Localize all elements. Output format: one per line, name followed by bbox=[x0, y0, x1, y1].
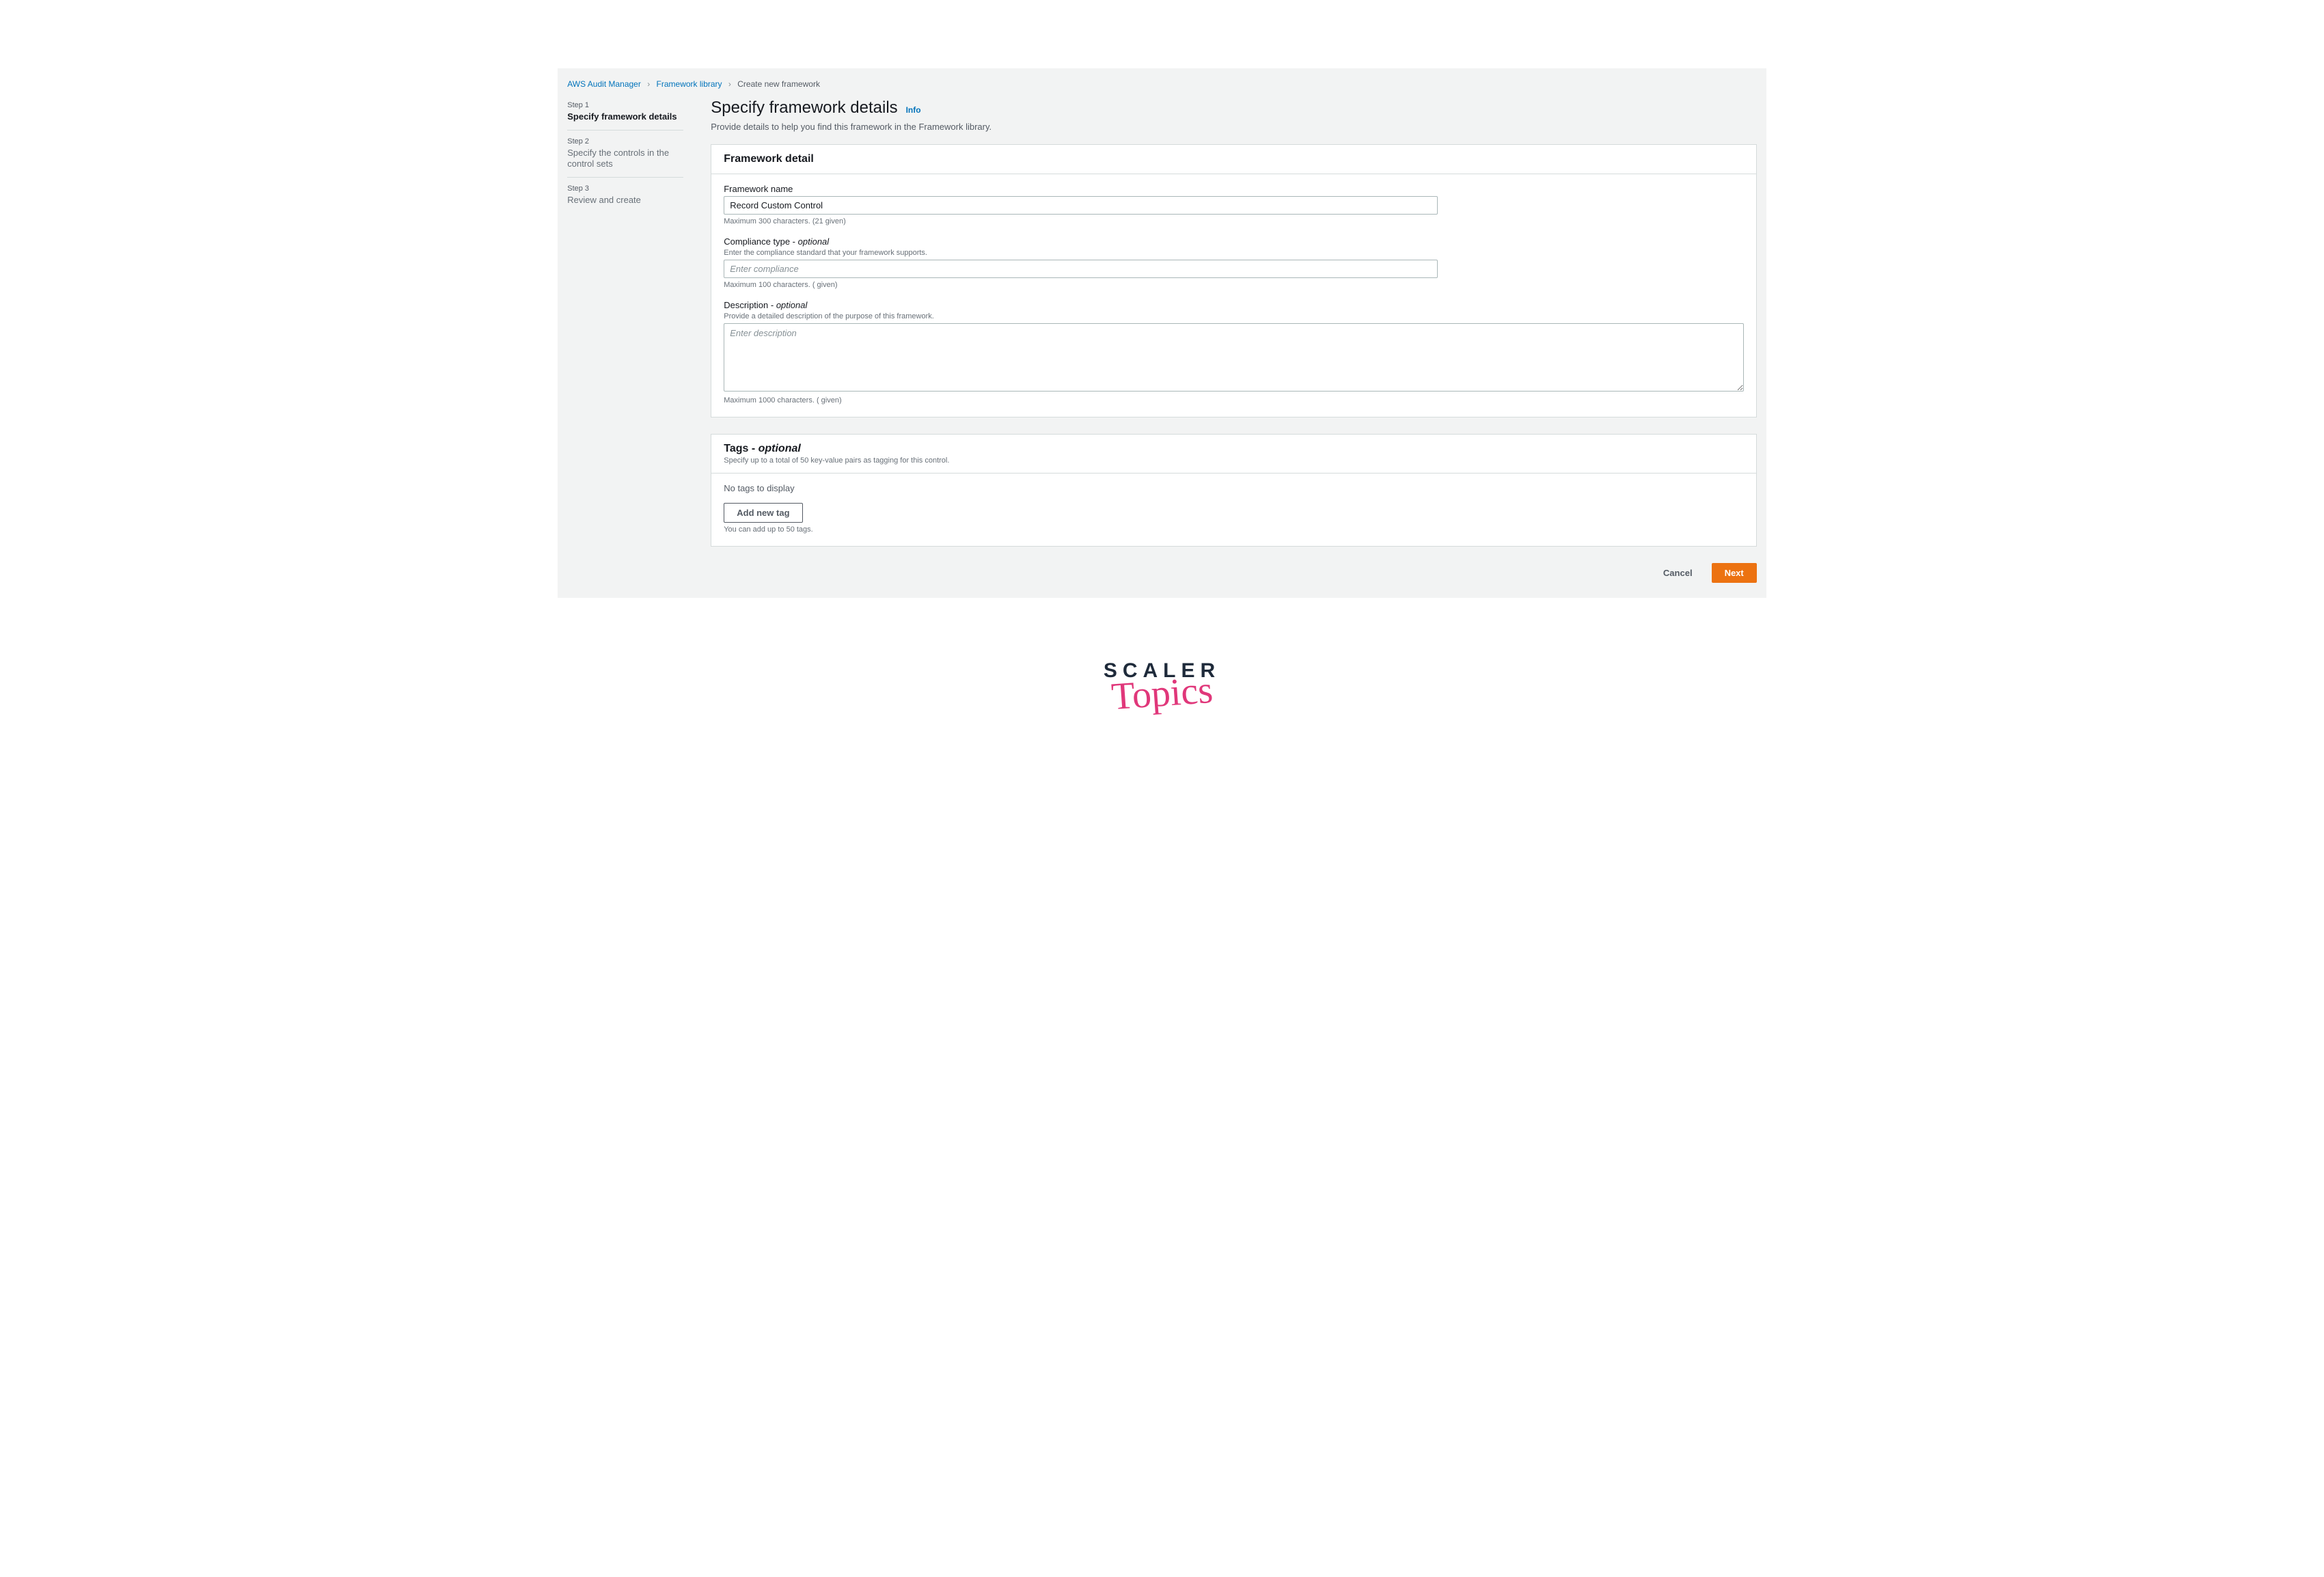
page-subtitle: Provide details to help you find this fr… bbox=[711, 122, 1757, 132]
framework-detail-panel: Framework detail Framework name Maximum … bbox=[711, 144, 1757, 417]
description-field: Description - optional Provide a detaile… bbox=[724, 300, 1744, 404]
compliance-type-label: Compliance type - optional bbox=[724, 236, 1744, 247]
wizard-step-2[interactable]: Step 2 Specify the controls in the contr… bbox=[567, 130, 683, 177]
wizard-step-1[interactable]: Step 1 Specify framework details bbox=[567, 98, 683, 130]
compliance-type-input[interactable] bbox=[724, 260, 1438, 278]
compliance-type-field: Compliance type - optional Enter the com… bbox=[724, 236, 1744, 289]
panel-body: Framework name Maximum 300 characters. (… bbox=[711, 174, 1756, 417]
panel-header: Tags - optional Specify up to a total of… bbox=[711, 435, 1756, 474]
step-title: Review and create bbox=[567, 195, 641, 205]
step-title: Specify framework details bbox=[567, 111, 676, 122]
console-panel: AWS Audit Manager › Framework library › … bbox=[558, 68, 1766, 598]
panel-heading: Tags - optional bbox=[724, 443, 1744, 455]
tags-panel: Tags - optional Specify up to a total of… bbox=[711, 434, 1757, 547]
add-new-tag-button[interactable]: Add new tag bbox=[724, 503, 802, 523]
cancel-button[interactable]: Cancel bbox=[1651, 563, 1705, 583]
scaler-topics-logo: SCALER Topics bbox=[1104, 659, 1220, 715]
framework-name-input[interactable] bbox=[724, 196, 1438, 215]
framework-name-label: Framework name bbox=[724, 184, 1744, 194]
step-number: Step 1 bbox=[567, 101, 683, 109]
tags-empty-message: No tags to display bbox=[724, 483, 1744, 493]
breadcrumb: AWS Audit Manager › Framework library › … bbox=[567, 78, 1757, 98]
description-textarea[interactable] bbox=[724, 323, 1744, 392]
description-helper: Maximum 1000 characters. ( given) bbox=[724, 396, 1744, 404]
next-button[interactable]: Next bbox=[1712, 563, 1757, 583]
step-number: Step 2 bbox=[567, 137, 683, 146]
breadcrumb-link-audit-manager[interactable]: AWS Audit Manager bbox=[567, 79, 641, 89]
compliance-type-helper: Maximum 100 characters. ( given) bbox=[724, 281, 1744, 289]
brand-topics-text: Topics bbox=[1102, 668, 1222, 719]
tags-subdesc: Specify up to a total of 50 key-value pa… bbox=[724, 456, 1744, 465]
info-link[interactable]: Info bbox=[906, 105, 921, 115]
panel-header: Framework detail bbox=[711, 145, 1756, 174]
framework-name-helper: Maximum 300 characters. (21 given) bbox=[724, 217, 1744, 225]
step-number: Step 3 bbox=[567, 184, 683, 193]
panel-heading: Framework detail bbox=[724, 153, 1744, 165]
description-hint: Provide a detailed description of the pu… bbox=[724, 312, 1744, 320]
framework-name-field: Framework name Maximum 300 characters. (… bbox=[724, 184, 1744, 225]
tags-helper: You can add up to 50 tags. bbox=[724, 525, 1744, 534]
step-title: Specify the controls in the control sets bbox=[567, 148, 669, 169]
page-title: Specify framework details bbox=[711, 98, 897, 117]
compliance-type-hint: Enter the compliance standard that your … bbox=[724, 249, 1744, 257]
chevron-right-icon: › bbox=[647, 79, 650, 89]
main-content: Specify framework details Info Provide d… bbox=[711, 98, 1757, 583]
description-label: Description - optional bbox=[724, 300, 1744, 310]
breadcrumb-current: Create new framework bbox=[737, 79, 820, 89]
wizard-steps: Step 1 Specify framework details Step 2 … bbox=[567, 98, 683, 583]
panel-body: No tags to display Add new tag You can a… bbox=[711, 474, 1756, 546]
chevron-right-icon: › bbox=[728, 79, 731, 89]
wizard-step-3[interactable]: Step 3 Review and create bbox=[567, 177, 683, 213]
page-header: Specify framework details Info bbox=[711, 98, 1757, 118]
footer-actions: Cancel Next bbox=[711, 563, 1757, 583]
breadcrumb-link-framework-library[interactable]: Framework library bbox=[657, 79, 722, 89]
